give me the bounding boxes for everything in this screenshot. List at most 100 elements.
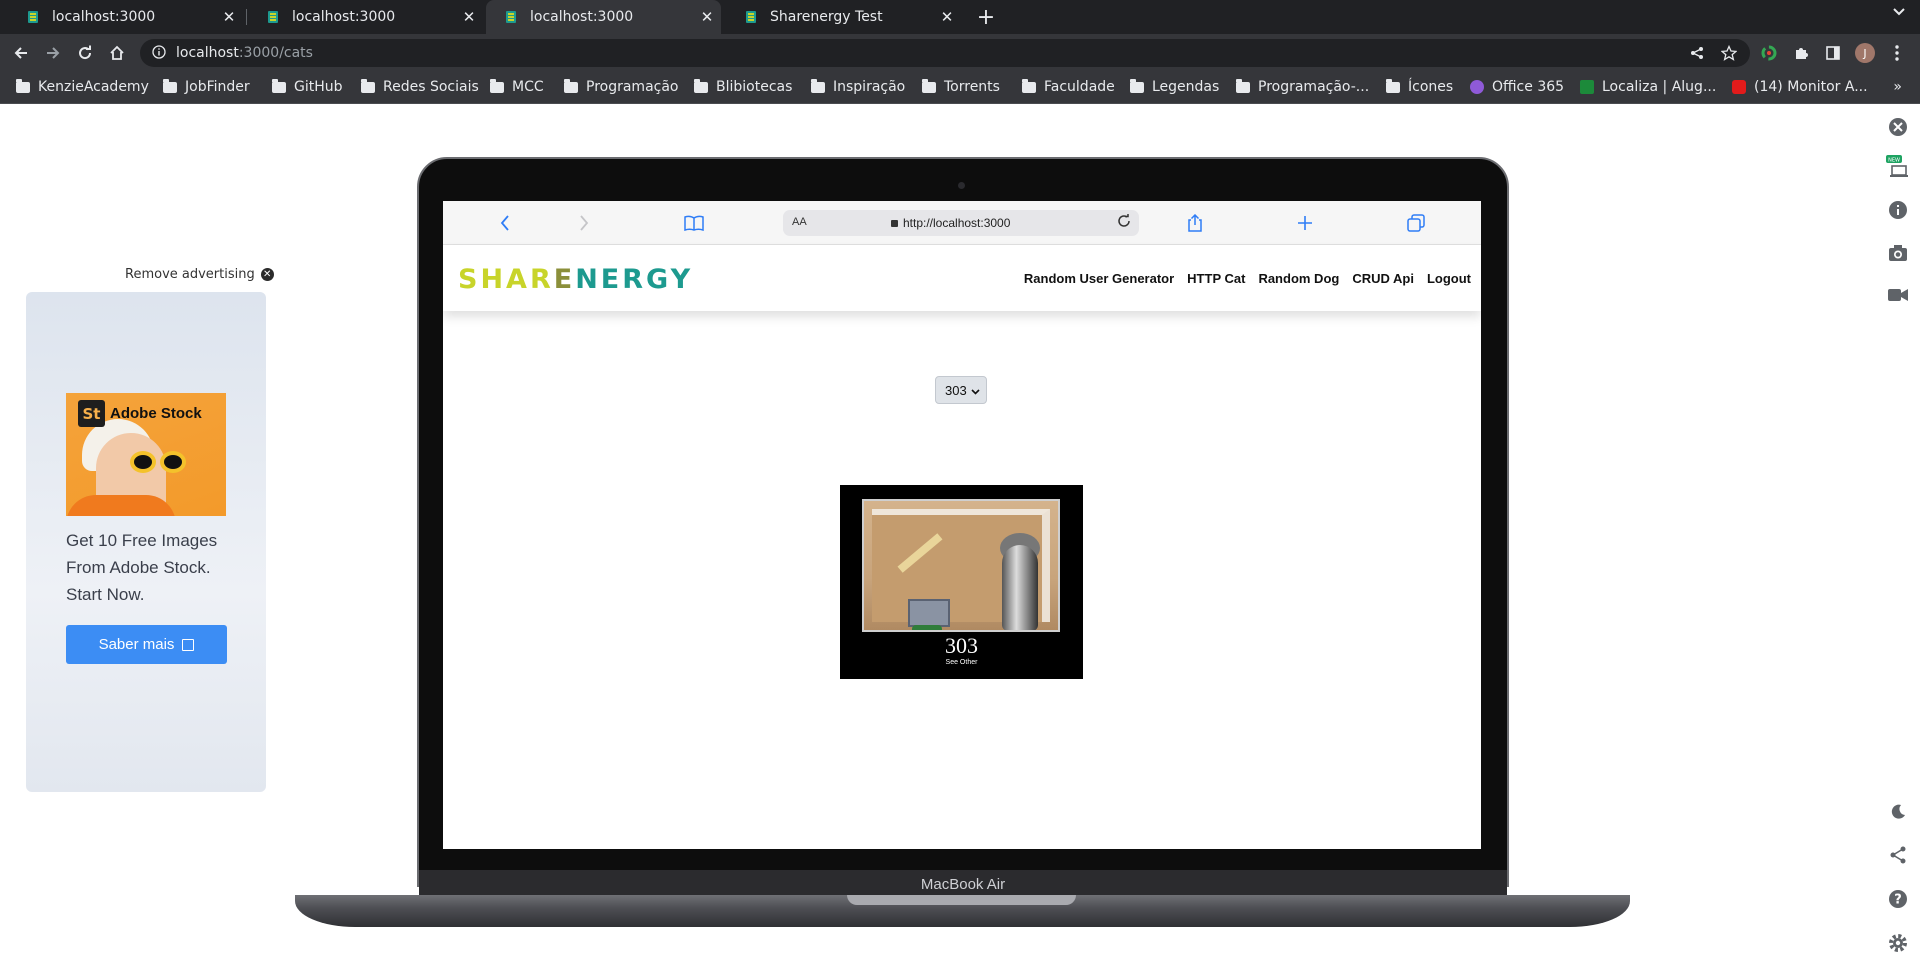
help-icon[interactable]: ? bbox=[1886, 887, 1910, 911]
safari-tabs-icon[interactable] bbox=[1406, 213, 1426, 233]
bookmark-icones[interactable]: Ícones bbox=[1386, 78, 1453, 95]
bookmark-label: Torrents bbox=[944, 79, 1000, 95]
bookmark-legendas[interactable]: Legendas bbox=[1130, 78, 1219, 95]
back-button[interactable] bbox=[8, 40, 34, 66]
bookmark-localiza[interactable]: Localiza | Alug... bbox=[1580, 79, 1716, 95]
safari-back-icon[interactable] bbox=[495, 213, 515, 233]
bookmark-label: Office 365 bbox=[1492, 79, 1565, 95]
close-ad-icon[interactable]: ✕ bbox=[260, 268, 274, 281]
menu-kebab-icon[interactable] bbox=[1884, 40, 1910, 66]
safari-new-tab-icon[interactable] bbox=[1295, 213, 1315, 233]
bookmarks-bar: KenzieAcademy JobFinder GitHub Redes Soc… bbox=[0, 72, 1920, 104]
sharenergy-logo[interactable]: SHARENERGY bbox=[458, 264, 693, 295]
nav-random-user-generator[interactable]: Random User Generator bbox=[1024, 271, 1174, 286]
reader-aa-button[interactable]: AA bbox=[792, 216, 807, 228]
tab-title: Sharenergy Test bbox=[770, 9, 883, 25]
tab-1[interactable]: localhost:3000 ✕ bbox=[8, 0, 243, 34]
bookmark-faculdade[interactable]: Faculdade bbox=[1022, 78, 1115, 95]
cat-scene bbox=[872, 509, 1050, 630]
nav-crud-api[interactable]: CRUD Api bbox=[1352, 271, 1414, 286]
bookmark-label: Programação-... bbox=[1258, 79, 1370, 95]
bookmark-github[interactable]: GitHub bbox=[272, 78, 343, 95]
bookmark-redes-sociais[interactable]: Redes Sociais bbox=[361, 78, 479, 95]
new-tab-button[interactable]: + bbox=[972, 3, 1000, 31]
close-tab-icon[interactable]: ✕ bbox=[933, 8, 961, 26]
tab-2[interactable]: localhost:3000 ✕ bbox=[248, 0, 483, 34]
logo-part-3: NERGY bbox=[575, 264, 694, 295]
bookmarks-overflow-button[interactable]: » bbox=[1893, 79, 1902, 95]
bookmark-inspiracao[interactable]: Inspiração bbox=[811, 78, 905, 95]
ad-banner[interactable]: St Adobe Stock Get 10 Free Images From A… bbox=[26, 292, 266, 792]
close-tab-icon[interactable]: ✕ bbox=[215, 8, 243, 26]
status-code-select[interactable]: 303 bbox=[935, 376, 987, 404]
bookmark-monitor[interactable]: (14) Monitor A... bbox=[1732, 79, 1868, 95]
nav-logout[interactable]: Logout bbox=[1427, 271, 1471, 286]
bookmark-kenzieacademy[interactable]: KenzieAcademy bbox=[16, 78, 149, 95]
bookmark-label: Localiza | Alug... bbox=[1602, 79, 1717, 95]
share-icon[interactable] bbox=[1886, 843, 1910, 867]
safari-share-icon[interactable] bbox=[1185, 213, 1205, 233]
cat-photo bbox=[862, 499, 1060, 632]
tab-4[interactable]: Sharenergy Test ✕ bbox=[726, 0, 961, 34]
tab-title: localhost:3000 bbox=[292, 9, 396, 25]
safari-bookmarks-book-icon[interactable] bbox=[684, 213, 704, 233]
side-panel-icon[interactable] bbox=[1820, 40, 1846, 66]
address-bar[interactable]: localhost:3000/cats bbox=[140, 39, 1750, 67]
saber-mais-button[interactable]: Saber mais bbox=[66, 625, 227, 664]
close-panel-icon[interactable] bbox=[1886, 115, 1910, 139]
safari-reload-icon[interactable] bbox=[1117, 213, 1131, 231]
localiza-icon bbox=[1580, 80, 1594, 94]
http-status-code: 303 bbox=[945, 633, 978, 658]
office-365-icon bbox=[1470, 80, 1484, 94]
nav-random-dog[interactable]: Random Dog bbox=[1258, 271, 1339, 286]
http-cat-image: 303 See Other bbox=[840, 485, 1083, 679]
screenshot-camera-icon[interactable] bbox=[1886, 241, 1910, 265]
bookmark-blibiotecas[interactable]: Blibiotecas bbox=[694, 78, 792, 95]
bookmark-star-icon[interactable] bbox=[1716, 40, 1742, 66]
chevron-down-icon bbox=[971, 384, 980, 399]
bookmark-office-365[interactable]: Office 365 bbox=[1470, 79, 1564, 95]
svg-text:?: ? bbox=[1894, 893, 1902, 908]
close-tab-icon[interactable]: ✕ bbox=[455, 8, 483, 26]
devices-new-icon[interactable]: NEW bbox=[1886, 155, 1910, 179]
mockup-screen: AA http://localhost:3000 SHARENERGY Rand… bbox=[443, 201, 1481, 849]
bookmark-programacao-2[interactable]: Programação-... bbox=[1236, 78, 1370, 95]
extension-colorful-icon[interactable] bbox=[1756, 40, 1782, 66]
reload-button[interactable] bbox=[72, 40, 98, 66]
settings-gear-icon[interactable] bbox=[1886, 931, 1910, 955]
adobe-stock-name: Adobe Stock bbox=[110, 405, 202, 422]
tab-3-active[interactable]: localhost:3000 ✕ bbox=[486, 0, 721, 34]
lock-icon bbox=[891, 220, 898, 227]
bookmark-label: KenzieAcademy bbox=[38, 79, 149, 95]
ad-image: St Adobe Stock bbox=[66, 393, 226, 516]
remove-advertising-label: Remove advertising bbox=[125, 267, 255, 282]
bookmark-programacao[interactable]: Programação bbox=[564, 78, 679, 95]
bookmark-jobfinder[interactable]: JobFinder bbox=[163, 78, 250, 95]
site-favicon-icon bbox=[504, 9, 518, 25]
home-button[interactable] bbox=[104, 40, 130, 66]
folder-icon bbox=[490, 78, 504, 93]
tab-search-chevron-icon[interactable] bbox=[1892, 4, 1906, 22]
safari-forward-icon[interactable] bbox=[574, 213, 594, 233]
dark-mode-moon-icon[interactable] bbox=[1886, 800, 1910, 824]
video-camera-icon[interactable] bbox=[1886, 283, 1910, 307]
profile-avatar[interactable]: J bbox=[1852, 40, 1878, 66]
status-code-value: 303 bbox=[945, 382, 967, 398]
close-tab-icon[interactable]: ✕ bbox=[693, 8, 721, 26]
bookmark-label: GitHub bbox=[294, 79, 343, 95]
http-status-message: See Other bbox=[945, 659, 978, 666]
nav-http-cat[interactable]: HTTP Cat bbox=[1187, 271, 1245, 286]
site-info-icon[interactable] bbox=[152, 44, 166, 63]
logo-part-2: E bbox=[553, 264, 576, 295]
site-favicon-icon bbox=[26, 9, 40, 25]
bookmark-mcc[interactable]: MCC bbox=[490, 78, 544, 95]
share-icon[interactable] bbox=[1684, 40, 1710, 66]
bookmark-torrents[interactable]: Torrents bbox=[922, 78, 1000, 95]
forward-button[interactable] bbox=[40, 40, 66, 66]
remove-advertising-link[interactable]: Remove advertising ✕ bbox=[125, 267, 274, 282]
logo-part-1: SHAR bbox=[458, 264, 554, 295]
info-icon[interactable] bbox=[1886, 198, 1910, 222]
url-host: localhost bbox=[176, 45, 239, 61]
extensions-puzzle-icon[interactable] bbox=[1788, 40, 1814, 66]
safari-address-bar[interactable]: AA http://localhost:3000 bbox=[783, 210, 1139, 236]
